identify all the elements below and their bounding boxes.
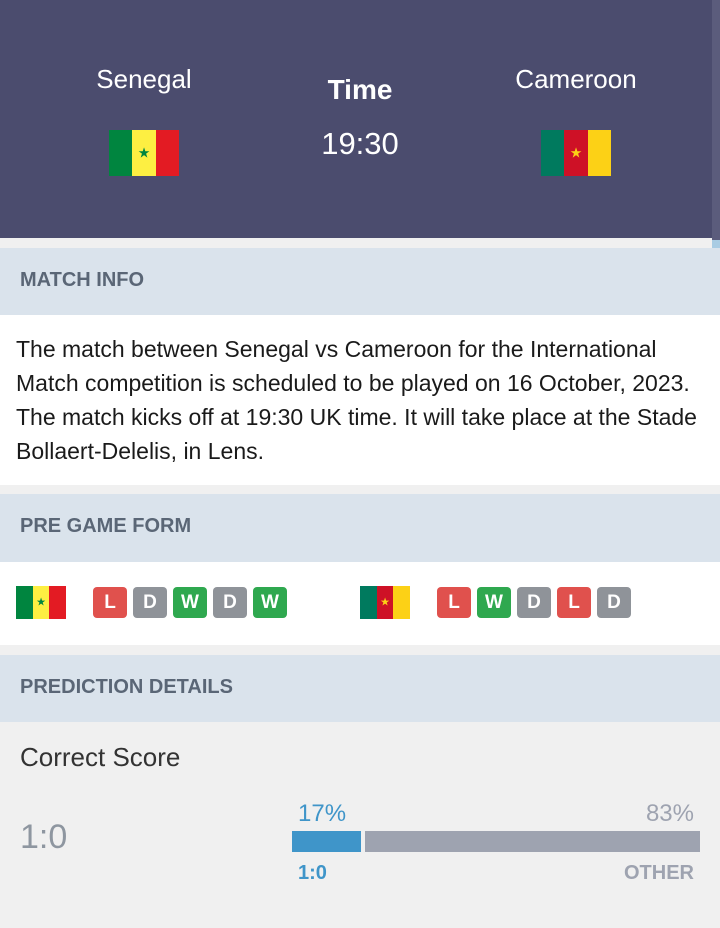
other-bar-label: OTHER [624,862,694,884]
score-probability-bar [292,831,361,852]
predicted-score: 1:0 [20,818,68,856]
cameroon-flag-icon: ★ [541,130,611,176]
other-probability-bar [365,831,700,852]
home-team-name: Senegal [96,64,192,94]
away-form-result: L [437,587,471,618]
home-form-result: D [133,587,167,618]
time-label: Time [327,74,393,105]
pre-game-form-heading: PRE GAME FORM [20,515,192,537]
home-form-result: W [173,587,207,618]
home-form-result: W [253,587,287,618]
score-bar-label: 1:0 [298,862,327,884]
away-team-name: Cameroon [515,64,637,94]
other-probability: 83% [645,800,694,827]
senegal-flag-icon: ★ [109,130,179,176]
match-info-heading: MATCH INFO [20,269,145,291]
home-form-result: D [213,587,247,618]
away-form-result: W [477,587,511,618]
match-header: Senegal ★ Time 19:30 Cameroon ★ [0,0,720,238]
cameroon-flag-icon: ★ [360,586,411,619]
kickoff-time: 19:30 [321,126,399,161]
score-probability: 17% [298,800,347,827]
pre-game-form-header: PRE GAME FORM [0,494,720,562]
correct-score-title: Correct Score [20,742,181,772]
away-form-result: L [557,587,591,618]
match-info-text: The match between Senegal vs Cameroon fo… [16,336,697,464]
match-info-header: MATCH INFO [0,248,720,315]
prediction-details-header: PREDICTION DETAILS [0,655,720,722]
away-form-result: D [517,587,551,618]
home-form-result: L [93,587,127,618]
away-form-result: D [597,587,631,618]
prediction-details-heading: PREDICTION DETAILS [20,676,233,698]
senegal-flag-icon: ★ [16,586,67,619]
